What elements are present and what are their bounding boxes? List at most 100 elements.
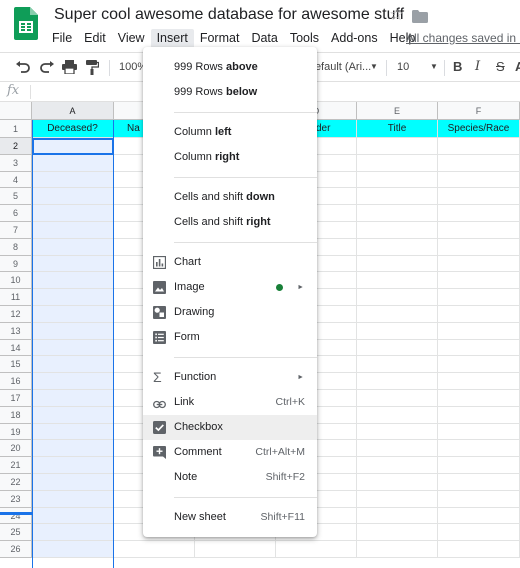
row-header[interactable]: 3 (0, 154, 32, 172)
undo-icon[interactable] (15, 61, 31, 73)
row-header[interactable]: 8 (0, 238, 32, 256)
grid-cell[interactable] (32, 457, 114, 474)
grid-cell[interactable] (438, 490, 520, 508)
strikethrough-icon[interactable]: S (496, 59, 505, 74)
insert-rows-below[interactable]: 999 Rows below (143, 80, 317, 105)
insert-cells-shift-right[interactable]: Cells and shift right (143, 210, 317, 235)
row-header[interactable]: 6 (0, 205, 32, 222)
grid-cell[interactable] (114, 541, 195, 558)
row-header[interactable]: 13 (0, 322, 32, 340)
row-header[interactable]: 19 (0, 423, 32, 441)
row-header[interactable]: 17 (0, 390, 32, 407)
grid-cell[interactable] (32, 238, 114, 256)
insert-cells-shift-down[interactable]: Cells and shift down (143, 185, 317, 210)
grid-cell[interactable] (438, 474, 520, 491)
grid-cell[interactable] (357, 154, 438, 172)
row-header[interactable]: 4 (0, 171, 32, 189)
grid-cell[interactable] (357, 289, 438, 306)
sheets-logo-icon[interactable] (14, 7, 38, 40)
grid-cell[interactable] (438, 373, 520, 390)
insert-chart[interactable]: Chart (143, 250, 317, 275)
grid-cell[interactable] (32, 222, 114, 239)
row-header[interactable]: 9 (0, 255, 32, 273)
grid-cell[interactable] (357, 272, 438, 290)
row-header[interactable]: 20 (0, 440, 32, 458)
grid-cell[interactable] (195, 541, 276, 558)
insert-column-right[interactable]: Column right (143, 145, 317, 170)
grid-cell[interactable] (32, 474, 114, 491)
paint-format-icon[interactable] (86, 60, 99, 75)
save-status-link[interactable]: All changes saved in Dr (406, 31, 520, 45)
grid-cell[interactable] (357, 390, 438, 407)
grid-cell[interactable] (438, 541, 520, 558)
grid-cell[interactable] (357, 171, 438, 189)
insert-checkbox[interactable]: Checkbox (143, 415, 317, 440)
grid-cell[interactable] (357, 306, 438, 323)
grid-cell[interactable] (32, 524, 114, 542)
grid-cell[interactable] (438, 238, 520, 256)
grid-cell[interactable] (32, 289, 114, 306)
grid-cell[interactable] (357, 474, 438, 491)
menu-edit[interactable]: Edit (78, 29, 112, 49)
font-size-select[interactable]: 10 (397, 61, 409, 73)
grid-cell[interactable] (32, 171, 114, 189)
active-cell[interactable] (32, 138, 114, 155)
grid-cell[interactable] (357, 339, 438, 357)
row-header[interactable]: 24 (0, 507, 32, 525)
freeze-line[interactable] (0, 512, 32, 515)
grid-cell[interactable] (357, 406, 438, 424)
grid-cell[interactable] (32, 356, 114, 374)
row-header[interactable]: 18 (0, 406, 32, 424)
insert-link[interactable]: Link Ctrl+K (143, 390, 317, 415)
grid-cell[interactable] (357, 255, 438, 273)
row-header[interactable]: 23 (0, 490, 32, 508)
grid-cell[interactable] (357, 188, 438, 206)
grid-cell[interactable] (32, 423, 114, 441)
select-all-corner[interactable] (0, 102, 32, 120)
folder-icon[interactable] (412, 10, 428, 23)
grid-cell[interactable] (32, 390, 114, 407)
insert-function[interactable]: Σ Function ► (143, 365, 317, 390)
column-header-f[interactable]: F (438, 102, 520, 120)
star-icon[interactable]: ☆ (389, 5, 404, 25)
grid-cell[interactable] (357, 490, 438, 508)
grid-cell[interactable] (32, 541, 114, 558)
row-header[interactable]: 21 (0, 457, 32, 474)
grid-cell[interactable] (438, 154, 520, 172)
grid-cell[interactable] (438, 272, 520, 290)
grid-cell[interactable] (32, 490, 114, 508)
header-cell[interactable]: Species/Race (438, 120, 520, 138)
grid-cell[interactable] (438, 222, 520, 239)
grid-cell[interactable] (32, 272, 114, 290)
column-header-a[interactable]: A (32, 102, 114, 120)
row-header[interactable]: 22 (0, 474, 32, 491)
grid-cell[interactable] (357, 322, 438, 340)
grid-cell[interactable] (438, 507, 520, 525)
redo-icon[interactable] (39, 61, 55, 73)
grid-cell[interactable] (276, 541, 357, 558)
italic-icon[interactable]: I (475, 59, 480, 74)
font-size-caret-icon[interactable]: ▼ (430, 62, 438, 71)
print-icon[interactable] (62, 60, 77, 74)
row-header[interactable]: 11 (0, 289, 32, 306)
grid-cell[interactable] (438, 322, 520, 340)
grid-cell[interactable] (32, 339, 114, 357)
grid-cell[interactable] (438, 205, 520, 222)
row-header[interactable]: 16 (0, 373, 32, 390)
grid-cell[interactable] (32, 154, 114, 172)
grid-cell[interactable] (357, 238, 438, 256)
grid-cell[interactable] (438, 255, 520, 273)
row-header[interactable]: 14 (0, 339, 32, 357)
menu-data[interactable]: Data (245, 29, 283, 49)
grid-cell[interactable] (438, 188, 520, 206)
insert-image[interactable]: Image ► (143, 275, 317, 300)
insert-new-sheet[interactable]: New sheet Shift+F11 (143, 505, 317, 530)
text-color-icon[interactable]: A (515, 59, 520, 74)
font-family-caret-icon[interactable]: ▼ (370, 62, 378, 71)
grid-cell[interactable] (438, 440, 520, 458)
grid-cell[interactable] (32, 205, 114, 222)
grid-cell[interactable] (32, 373, 114, 390)
row-header[interactable]: 25 (0, 524, 32, 542)
insert-rows-above[interactable]: 999 Rows above (143, 55, 317, 80)
row-header[interactable]: 26 (0, 541, 32, 558)
